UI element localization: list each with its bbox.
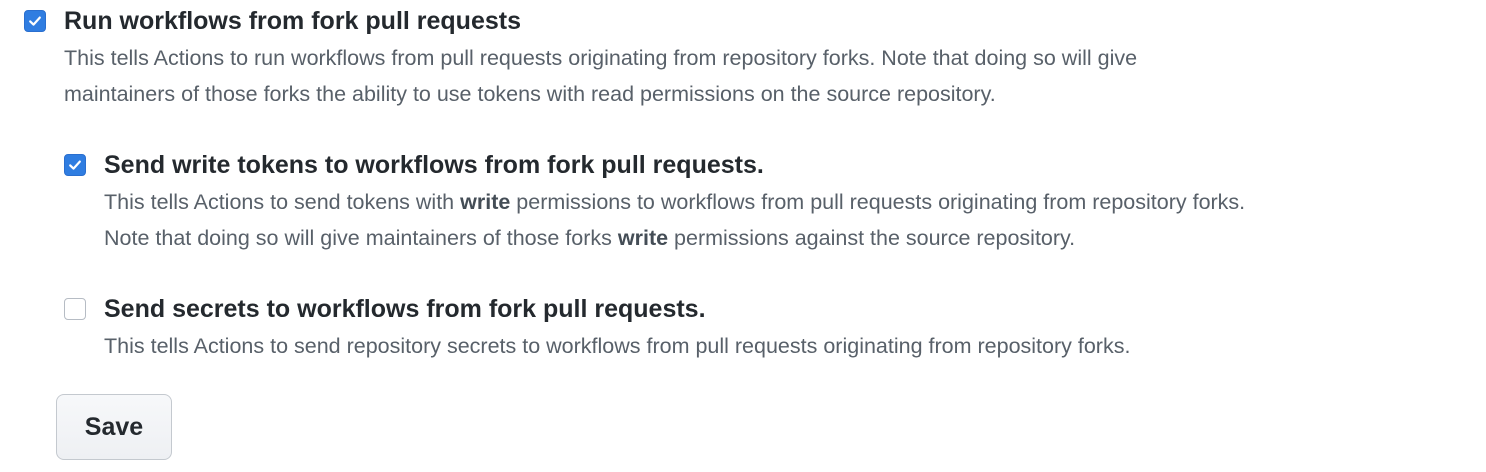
run-fork-workflows-label[interactable]: Run workflows from fork pull requests <box>64 4 521 38</box>
send-write-tokens-label[interactable]: Send write tokens to workflows from fork… <box>104 148 764 182</box>
check-icon <box>29 16 41 26</box>
send-write-tokens-desc-line2: Note that doing so will give maintainers… <box>104 220 1245 256</box>
send-write-tokens-checkbox[interactable] <box>64 154 86 176</box>
send-secrets-checkbox[interactable] <box>64 298 86 320</box>
send-secrets-desc-line1: This tells Actions to send repository se… <box>104 334 1131 358</box>
run-fork-workflows-description: This tells Actions to run workflows from… <box>64 40 1137 112</box>
run-fork-workflows-desc-line2: maintainers of those forks the ability t… <box>64 82 996 106</box>
send-write-tokens-desc-line1: This tells Actions to send tokens with w… <box>104 184 1245 220</box>
desc-text: permissions against the source repositor… <box>668 226 1076 250</box>
send-write-tokens-description: This tells Actions to send tokens with w… <box>104 184 1245 256</box>
send-secrets-description: This tells Actions to send repository se… <box>104 328 1130 364</box>
check-icon <box>69 160 81 170</box>
run-fork-workflows-checkbox[interactable] <box>24 10 46 32</box>
desc-text: This tells Actions to send tokens with <box>104 190 461 214</box>
desc-bold-write: write <box>460 190 511 214</box>
desc-text: Note that doing so will give maintainers… <box>104 226 618 250</box>
desc-text: permissions to workflows from pull reque… <box>510 190 1246 214</box>
send-secrets-label[interactable]: Send secrets to workflows from fork pull… <box>104 292 706 326</box>
save-button[interactable]: Save <box>56 394 172 460</box>
run-fork-workflows-desc-line1: This tells Actions to run workflows from… <box>64 46 1138 70</box>
desc-bold-write: write <box>617 226 669 250</box>
